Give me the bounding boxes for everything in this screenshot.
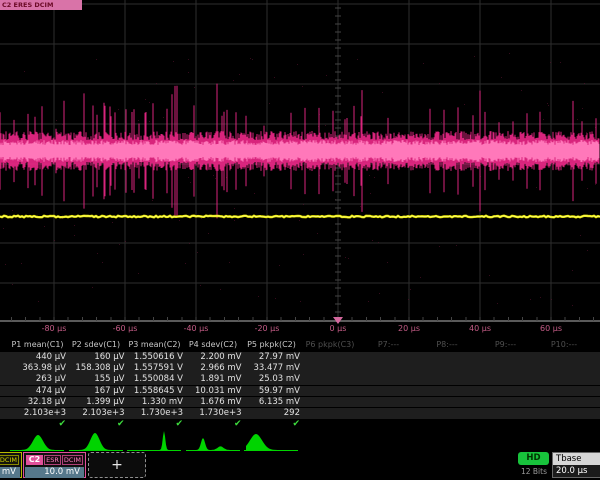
histicon-p3[interactable] [125, 431, 183, 452]
x-tick-label: 60 µs [529, 324, 573, 333]
x-tick-label: 20 µs [387, 324, 431, 333]
x-tick-label: -80 µs [32, 324, 76, 333]
measure-value-min: 1.550084 V [125, 374, 183, 385]
histicon-p2[interactable] [67, 431, 125, 452]
measure-status-check: ✔ [67, 419, 125, 430]
measure-value-sdev: 32.18 µV [8, 397, 66, 408]
x-tick-label: -60 µs [103, 324, 147, 333]
oscilloscope-screen: C2 ERES DCIM -100 µs -80 µs -60 µs -40 µs -2… [0, 0, 600, 480]
measure-value-mean: 33.477 mV [242, 363, 300, 374]
measure-param-header[interactable]: P5 pkpk(C2) [242, 340, 301, 349]
measure-param-header[interactable]: P4 sdev(C2) [184, 340, 243, 349]
measure-param-header[interactable]: P1 mean(C1) [8, 340, 67, 349]
measure-value-max: 474 µV [8, 386, 66, 397]
measure-value-max: 1.558645 V [125, 386, 183, 397]
measure-value-sdev: 1.676 mV [184, 397, 242, 408]
measure-param-header[interactable]: P2 sdev(C1) [67, 340, 126, 349]
trace-annotation-label: C2 ERES DCIM [0, 0, 82, 10]
measure-value-num: 1.730e+3 [125, 408, 183, 419]
channel-descriptor-c2[interactable]: C2 ESR DCIM 10.0 mV [23, 452, 86, 478]
measure-value-min: 155 µV [67, 374, 125, 385]
measure-status-check: ✔ [125, 419, 183, 430]
x-tick-label: -20 µs [245, 324, 289, 333]
measure-value-value: 440 µV [8, 352, 66, 363]
measure-value-value: 1.550616 V [125, 352, 183, 363]
add-trace-button[interactable]: + [88, 452, 146, 478]
c2-volts-per-div: 10.0 mV [25, 467, 84, 478]
measure-value-max: 59.97 mV [242, 386, 300, 397]
histicon-p5[interactable] [242, 431, 300, 452]
measure-value-min: 1.891 mV [184, 374, 242, 385]
measure-value-value: 2.200 mV [184, 352, 242, 363]
measure-value-num: 1.730e+3 [184, 408, 242, 419]
c1-volts-per-div: 0 mV [0, 467, 20, 478]
measure-value-value: 27.97 mV [242, 352, 300, 363]
measure-param-header[interactable]: P7:--- [359, 340, 418, 349]
timebase-descriptor[interactable]: Tbase 20.0 µs [552, 452, 600, 478]
measure-param-header[interactable]: P9:--- [476, 340, 535, 349]
measure-value-mean: 1.557591 V [125, 363, 183, 374]
c2-processing-tag-dcim: DCIM [62, 455, 83, 465]
hd-bits-label: 12 Bits [510, 467, 558, 476]
measure-value-mean: 2.966 mV [184, 363, 242, 374]
measure-value-max: 167 µV [67, 386, 125, 397]
plus-icon: + [111, 457, 123, 473]
measure-value-sdev: 6.135 mV [242, 397, 300, 408]
x-tick-label: -100 µs [0, 324, 5, 333]
measure-param-header[interactable]: P10:--- [535, 340, 594, 349]
histicon-p1[interactable] [8, 431, 66, 452]
measure-value-num: 2.103e+3 [67, 408, 125, 419]
timebase-title: Tbase [553, 453, 600, 465]
measure-value-min: 25.03 mV [242, 374, 300, 385]
c2-badge: C2 [26, 455, 43, 465]
x-tick-label: 0 µs [316, 324, 360, 333]
measure-value-mean: 158.308 µV [67, 363, 125, 374]
measure-param-header[interactable]: P11:--- [593, 340, 600, 349]
measure-value-sdev: 1.399 µV [67, 397, 125, 408]
histicon-p4[interactable] [184, 431, 242, 452]
waveform-grid [0, 0, 600, 338]
measure-status-check: ✔ [8, 419, 66, 430]
measure-value-min: 263 µV [8, 374, 66, 385]
measure-status-check: ✔ [184, 419, 242, 430]
measure-status-check: ✔ [242, 419, 300, 430]
x-tick-label: 40 µs [458, 324, 502, 333]
measure-value-value: 160 µV [67, 352, 125, 363]
x-tick-label: -40 µs [174, 324, 218, 333]
hd-mode-badge[interactable]: HD [518, 452, 549, 465]
timebase-value: 20.0 µs [553, 465, 600, 478]
measure-param-header[interactable]: P8:--- [418, 340, 477, 349]
trigger-position-marker[interactable] [333, 317, 343, 324]
measure-param-header[interactable]: P6 pkpk(C3) [301, 340, 360, 349]
measure-value-num: 292 [242, 408, 300, 419]
c1-processing-tag: DCIM [0, 455, 19, 465]
measure-param-header[interactable]: P3 mean(C2) [125, 340, 184, 349]
measure-value-num: 2.103e+3 [8, 408, 66, 419]
channel-descriptor-c1[interactable]: C1 DCIM 0 mV [0, 452, 22, 478]
measure-value-max: 10.031 mV [184, 386, 242, 397]
measure-value-sdev: 1.330 mV [125, 397, 183, 408]
measure-value-mean: 363.98 µV [8, 363, 66, 374]
c2-processing-tag-esr: ESR [44, 455, 61, 465]
